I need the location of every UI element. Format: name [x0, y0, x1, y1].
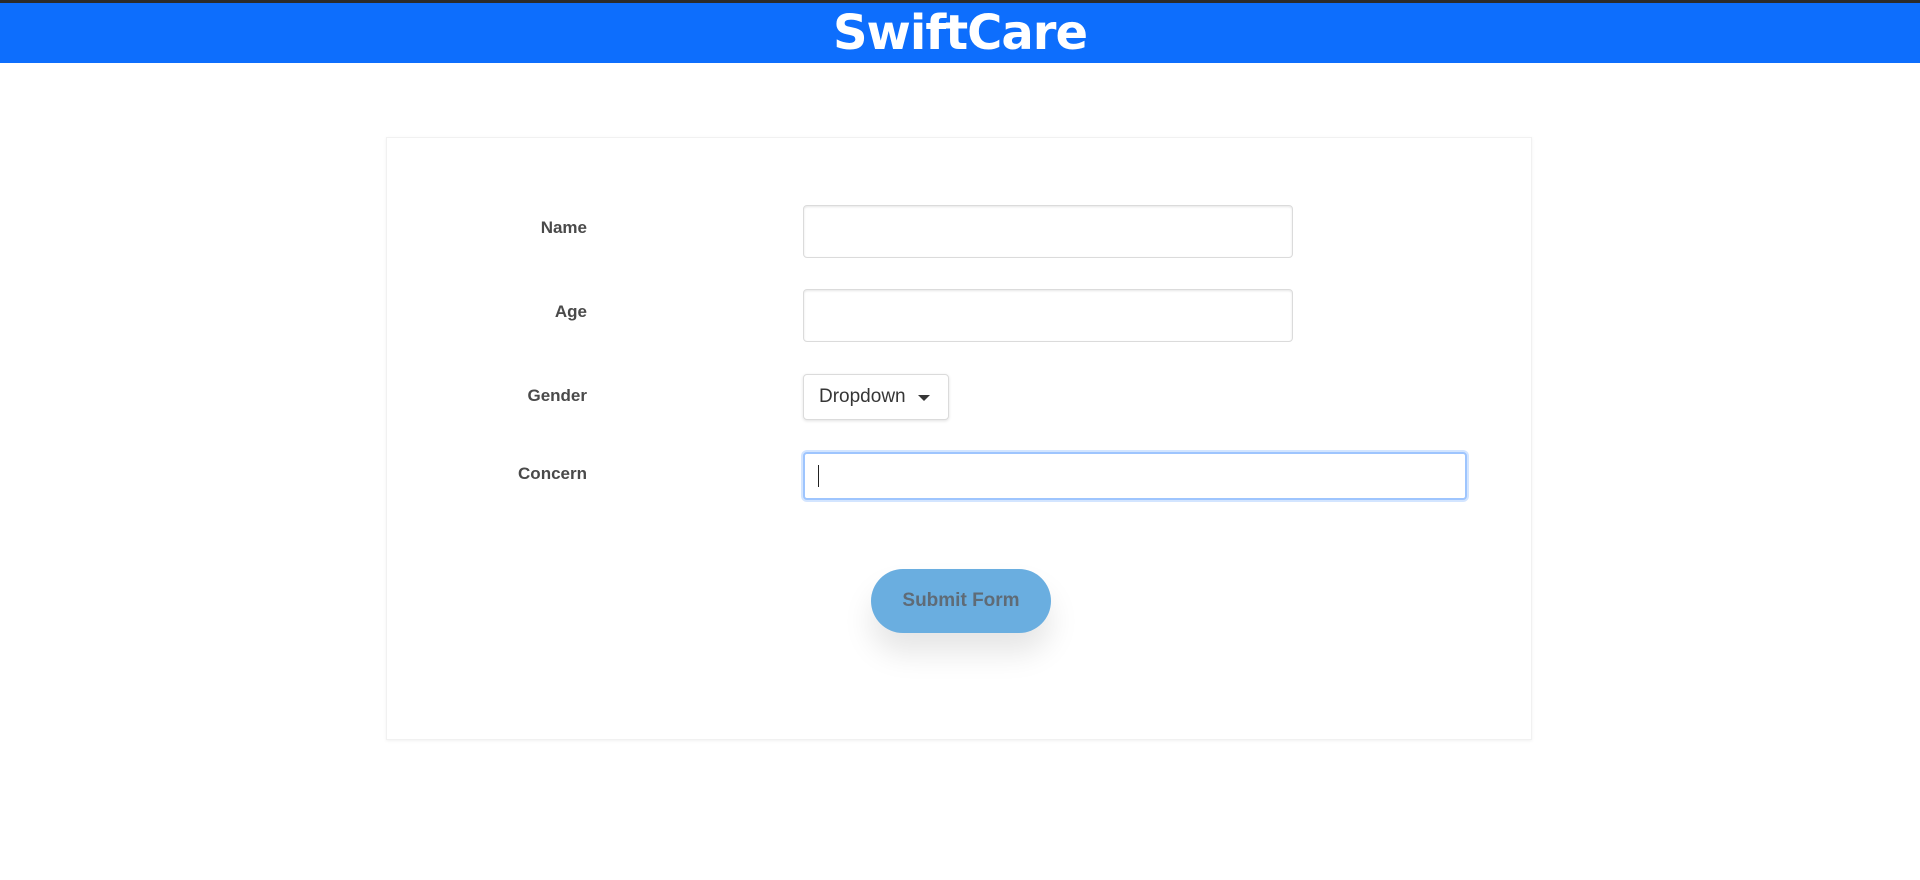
submit-form-button[interactable]: Submit Form — [871, 569, 1051, 633]
age-input[interactable] — [803, 289, 1293, 342]
text-cursor — [818, 465, 819, 487]
brand-title: SwiftCare — [832, 5, 1088, 61]
concern-label: Concern — [518, 464, 587, 483]
name-label: Name — [540, 218, 587, 237]
app-header: SwiftCare — [0, 3, 1920, 63]
form-card: Name Age Gender Dropdown Concern Submit … — [386, 137, 1532, 740]
chevron-down-icon — [917, 395, 930, 401]
gender-dropdown[interactable]: Dropdown — [803, 374, 949, 420]
gender-dropdown-value: Dropdown — [819, 386, 906, 407]
name-input[interactable] — [803, 205, 1293, 258]
age-label: Age — [554, 302, 587, 321]
concern-input[interactable] — [803, 452, 1467, 500]
gender-label: Gender — [527, 386, 587, 405]
